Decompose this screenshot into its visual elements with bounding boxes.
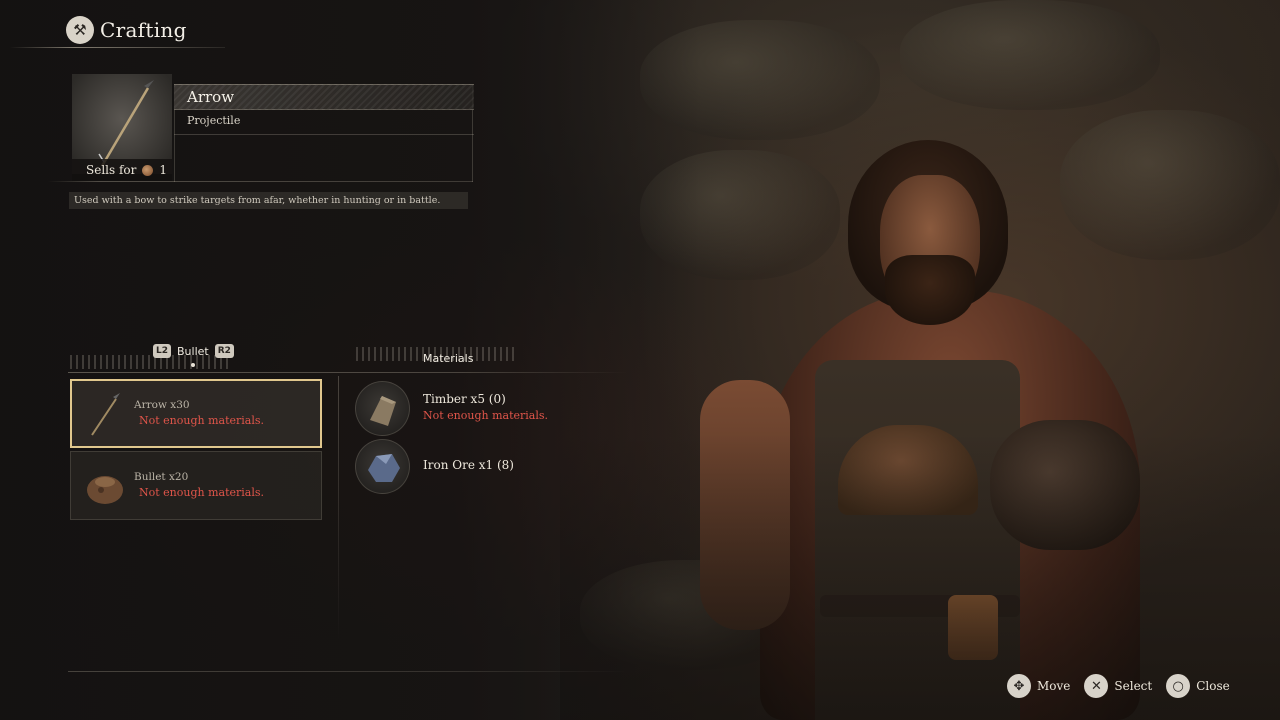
recipe-name: Arrow x30	[134, 399, 190, 411]
recipe-item-arrow[interactable]: Arrow x30 Not enough materials.	[70, 379, 322, 448]
item-description: Used with a bow to strike targets from a…	[69, 192, 468, 209]
material-status: Not enough materials.	[423, 409, 549, 422]
coin-icon	[142, 164, 154, 176]
recipe-item-bullet[interactable]: Bullet x20 Not enough materials.	[70, 451, 322, 520]
l2-button[interactable]: L2	[153, 344, 171, 358]
button-hints: ✥ Move ✕ Select ○ Close	[1007, 674, 1244, 698]
r2-button[interactable]: R2	[214, 344, 234, 358]
cross-button-icon: ✕	[1084, 674, 1109, 698]
item-type: Projectile	[187, 114, 241, 127]
material-name: Iron Ore x1 (8)	[423, 458, 514, 472]
recipe-status: Not enough materials.	[139, 486, 265, 499]
hint-select[interactable]: ✕ Select	[1084, 674, 1152, 698]
recipe-status: Not enough materials.	[139, 414, 265, 427]
hint-label: Move	[1037, 679, 1071, 693]
arrow-icon	[91, 393, 120, 436]
sells-label: Sells for	[86, 163, 137, 177]
sell-price: Sells for 1	[72, 159, 172, 181]
header-divider	[10, 47, 225, 48]
page-header: ⚒ Crafting	[66, 16, 187, 44]
timber-icon	[355, 381, 410, 436]
bullet-pouch-icon	[87, 476, 123, 504]
anvil-icon: ⚒	[66, 16, 94, 44]
item-name: Arrow	[187, 88, 235, 106]
hint-label: Close	[1196, 679, 1230, 693]
hint-close[interactable]: ○ Close	[1166, 674, 1230, 698]
recipe-name: Bullet x20	[134, 471, 189, 483]
column-divider	[338, 376, 339, 641]
materials-heading: Materials	[423, 352, 474, 365]
type-divider	[174, 134, 474, 135]
page-title: Crafting	[100, 18, 187, 42]
dpad-icon: ✥	[1007, 674, 1031, 698]
detail-frame	[48, 181, 473, 182]
iron-ore-icon	[355, 439, 410, 494]
footer-divider	[68, 671, 628, 672]
section-divider	[68, 372, 628, 373]
material-name: Timber x5 (0)	[423, 392, 506, 406]
category-tabs[interactable]: L2 Bullet R2	[153, 344, 234, 358]
price-value: 1	[159, 163, 168, 177]
hint-label: Select	[1114, 679, 1153, 693]
tab-bullet[interactable]: Bullet	[177, 345, 209, 358]
tab-indicator	[191, 363, 195, 367]
hint-move[interactable]: ✥ Move	[1007, 674, 1070, 698]
circle-button-icon: ○	[1166, 674, 1191, 698]
